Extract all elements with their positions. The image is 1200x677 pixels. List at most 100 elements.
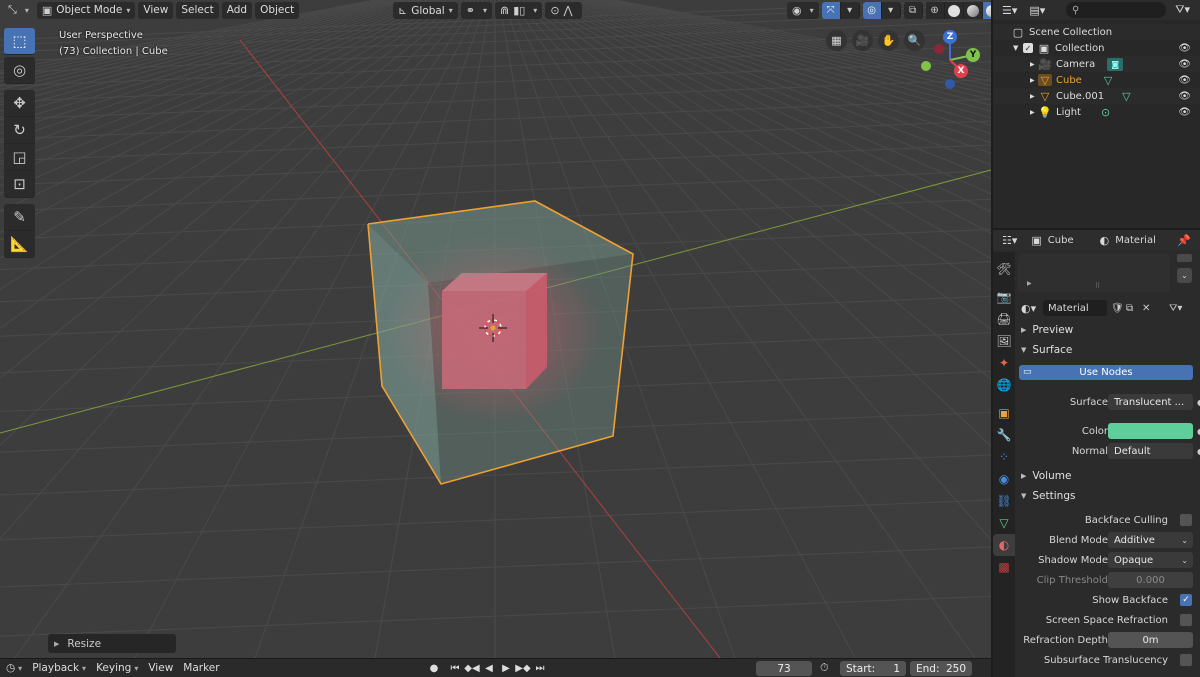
jump-start-icon[interactable]: ⏮ <box>447 660 463 676</box>
shadow-mode-dropdown[interactable]: Opaque ⌄ <box>1108 552 1193 568</box>
ssr-checkbox[interactable] <box>1180 614 1192 626</box>
transform-orientation-selector[interactable]: ⊾ Global ▾ <box>393 2 458 19</box>
camera-data-icon[interactable]: ◙ <box>1107 57 1124 71</box>
tab-render[interactable]: 📷 <box>993 286 1015 308</box>
tab-scene[interactable]: ✦ <box>993 352 1015 374</box>
tab-object[interactable]: ▣ <box>993 402 1015 424</box>
mesh-data-icon[interactable]: ▽ <box>1122 90 1130 103</box>
play-icon[interactable]: ▶ <box>498 660 514 676</box>
prev-keyframe-icon[interactable]: ◆◀ <box>464 660 480 676</box>
toggle-camera-view-button[interactable]: ▦ <box>826 30 847 51</box>
outliner-row-collection[interactable]: ▼ ✓ ▣ Collection 👁 <box>993 40 1200 56</box>
gizmo-y-axis[interactable]: Y <box>966 48 980 62</box>
slot-specials-button[interactable]: ⌄ <box>1177 268 1192 283</box>
clip-threshold-field[interactable]: 0.000 <box>1108 572 1193 588</box>
outliner-row-camera[interactable]: ▶ 🎥 Camera ◙ 👁 <box>993 56 1200 72</box>
gizmo-toggle[interactable]: ⤧ <box>821 2 841 19</box>
gizmo-z-axis[interactable]: Z <box>943 30 957 44</box>
tab-constraints[interactable]: ⛓ <box>993 490 1015 512</box>
expand-triangle-icon[interactable]: ▶ <box>1030 61 1038 68</box>
pin-icon[interactable]: 📌 <box>1177 234 1191 247</box>
shading-rendered[interactable] <box>982 2 991 19</box>
tab-tool[interactable]: 🛠 <box>993 258 1015 280</box>
menu-add[interactable]: Add <box>221 1 253 19</box>
properties-editor-icon[interactable]: ☷▾ <box>1002 234 1017 247</box>
tool-select-box[interactable]: ⬚ <box>4 28 35 55</box>
tab-particles[interactable]: ⁘ <box>993 446 1015 468</box>
light-data-icon[interactable]: ⊙ <box>1101 106 1110 119</box>
xray-toggle[interactable]: ⧉ <box>903 2 923 19</box>
shading-solid[interactable] <box>944 2 964 19</box>
menu-timeline-view[interactable]: View <box>148 662 173 674</box>
duplicate-icon[interactable]: ⧉ <box>1126 303 1133 314</box>
section-volume[interactable]: ▶ Volume <box>1017 466 1200 486</box>
menu-object[interactable]: Object <box>255 1 300 19</box>
expand-triangle-icon[interactable]: ▶ <box>1030 109 1038 116</box>
camera-view-button[interactable]: 🎥 <box>852 30 873 51</box>
outliner-row-light[interactable]: ▶ 💡 Light ⊙ 👁 <box>993 104 1200 120</box>
outliner-row-cube[interactable]: ▶ ▽ Cube ▽ 👁 <box>993 72 1200 88</box>
color-swatch[interactable] <box>1108 423 1193 439</box>
gizmo-x-axis[interactable]: X <box>954 64 968 78</box>
tool-move[interactable]: ✥ <box>4 90 35 117</box>
expand-triangle-icon[interactable]: ▶ <box>1030 77 1038 84</box>
mode-selector[interactable]: ▣ Object Mode ▾ <box>36 1 136 19</box>
tab-modifiers[interactable]: 🔧 <box>993 424 1015 446</box>
tool-cursor[interactable]: ◎ <box>4 57 35 84</box>
zoom-view-button[interactable]: 🔍 <box>904 30 925 51</box>
tab-material[interactable]: ◐ <box>993 534 1015 556</box>
menu-marker[interactable]: Marker <box>183 662 219 674</box>
tool-scale[interactable]: ◲ <box>4 144 35 171</box>
timeline-editor-type[interactable]: ◷ ▾ <box>6 662 22 674</box>
record-icon[interactable]: ● <box>426 660 442 676</box>
backface-culling-checkbox[interactable] <box>1180 514 1192 526</box>
pivot-point-button[interactable]: ⚭ ▾ <box>460 2 492 19</box>
material-browse-icon[interactable]: ◐▾ <box>1021 302 1036 315</box>
unlink-icon[interactable]: ✕ <box>1142 303 1150 314</box>
proportional-edit-button[interactable]: ⊙ ⋀ <box>545 2 582 19</box>
snap-button[interactable]: ⋒ ▮▯ ▾ <box>494 2 543 19</box>
fake-user-icon[interactable]: 🛡 <box>1111 303 1124 314</box>
eye-icon[interactable]: 👁 <box>1178 91 1191 102</box>
outliner-row-cube-001[interactable]: ▶ ▽ Cube.001 ▽ 👁 <box>993 88 1200 104</box>
jump-end-icon[interactable]: ⏭ <box>532 660 548 676</box>
visibility-button[interactable]: ◉ ▾ <box>787 2 819 19</box>
outliner-row-scene-collection[interactable]: ▢ Scene Collection <box>993 24 1200 40</box>
stopwatch-icon[interactable]: ⏱ <box>820 661 829 675</box>
eye-icon[interactable]: 👁 <box>1178 75 1191 86</box>
expand-triangle-icon[interactable]: ▼ <box>1013 44 1023 52</box>
add-slot-button[interactable] <box>1177 254 1192 262</box>
section-settings[interactable]: ▼ Settings <box>1017 486 1200 506</box>
section-surface[interactable]: ▼ Surface <box>1017 340 1200 360</box>
tab-view-layer[interactable]: 🖼 <box>993 330 1015 352</box>
start-frame-field[interactable]: Start: 1 <box>840 661 906 676</box>
end-frame-field[interactable]: End: 250 <box>910 661 972 676</box>
refraction-depth-field[interactable]: 0m <box>1108 632 1193 648</box>
material-slot-list[interactable] <box>1018 254 1170 292</box>
filter-icon[interactable]: ⛛▾ <box>1175 3 1190 17</box>
gizmo-dropdown[interactable]: ▾ <box>840 2 860 19</box>
expand-triangle-icon[interactable]: ▶ <box>1030 93 1038 100</box>
tool-measure[interactable]: 📐 <box>4 231 35 258</box>
mesh-data-icon[interactable]: ▽ <box>1104 74 1112 87</box>
tab-data[interactable]: ▽ <box>993 512 1015 534</box>
menu-keying[interactable]: Keying ▾ <box>96 662 138 674</box>
tab-texture[interactable]: ▩ <box>993 556 1015 578</box>
show-backface-checkbox[interactable]: ✓ <box>1180 594 1192 606</box>
editor-type-button[interactable]: ⤡ ▾ <box>3 2 34 19</box>
overlays-toggle[interactable]: ◎ <box>862 2 882 19</box>
next-keyframe-icon[interactable]: ▶◆ <box>515 660 531 676</box>
surface-shader-selector[interactable]: Translucent ... <box>1108 394 1193 410</box>
section-preview[interactable]: ▶ Preview <box>1017 320 1200 340</box>
tool-annotate[interactable]: ✎ <box>4 204 35 231</box>
last-operator-panel[interactable]: ▶ Resize <box>48 634 176 653</box>
material-name-field[interactable]: Material <box>1043 300 1107 316</box>
display-mode-icon[interactable]: ▤▾ <box>1029 4 1045 17</box>
eye-icon[interactable]: 👁 <box>1178 107 1191 118</box>
tab-physics[interactable]: ◉ <box>993 468 1015 490</box>
menu-playback[interactable]: Playback ▾ <box>32 662 86 674</box>
play-reverse-icon[interactable]: ◀ <box>481 660 497 676</box>
pan-view-button[interactable]: ✋ <box>878 30 899 51</box>
tool-rotate[interactable]: ↻ <box>4 117 35 144</box>
expand-triangle-icon[interactable]: ▶ <box>1027 280 1032 287</box>
